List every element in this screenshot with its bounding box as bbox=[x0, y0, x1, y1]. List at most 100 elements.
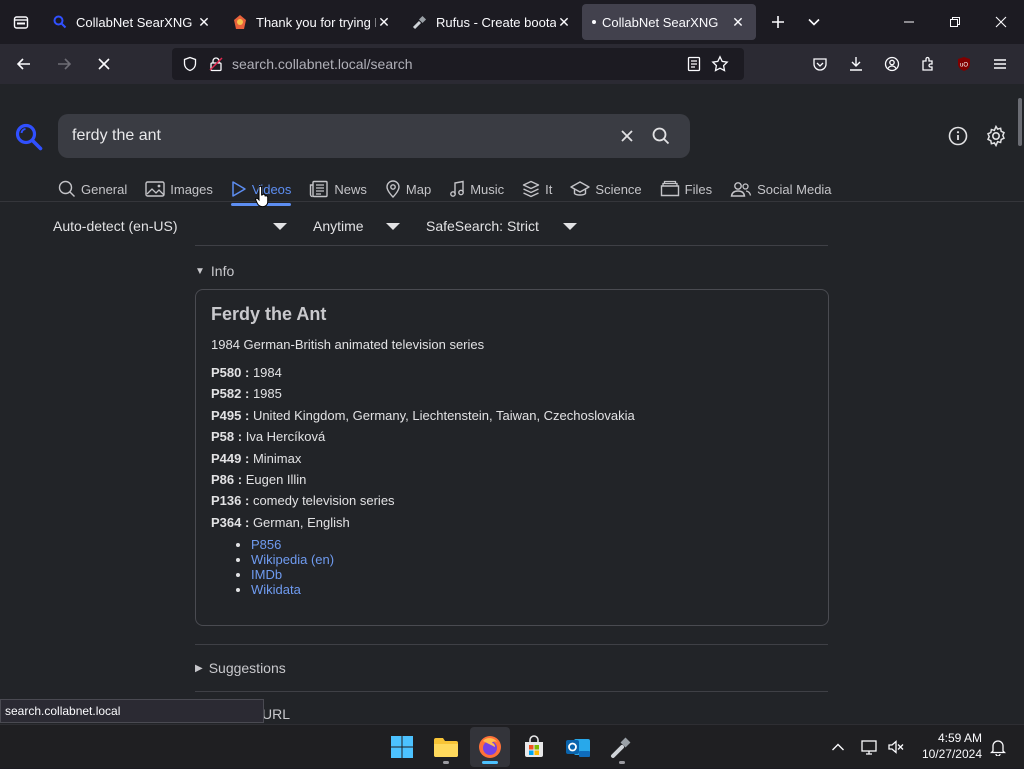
taskbar-rufus[interactable] bbox=[602, 727, 642, 767]
school-icon bbox=[570, 181, 591, 196]
account-button[interactable] bbox=[874, 48, 910, 80]
tab-title: Rufus - Create bootabl bbox=[436, 14, 556, 30]
tab-science[interactable]: Science bbox=[570, 174, 642, 204]
link-p856[interactable]: P856 bbox=[251, 537, 281, 552]
preferences-button[interactable] bbox=[982, 122, 1010, 150]
close-icon[interactable]: ✕ bbox=[196, 14, 212, 30]
tab-map[interactable]: Map bbox=[385, 174, 431, 204]
category-tabs: General Images Videos News Map Music It bbox=[58, 174, 850, 206]
forward-button[interactable] bbox=[46, 48, 82, 80]
shield-icon[interactable] bbox=[180, 54, 200, 74]
start-button[interactable] bbox=[382, 727, 422, 767]
volume-status[interactable] bbox=[884, 725, 908, 769]
bell-icon bbox=[990, 740, 1006, 756]
network-status[interactable] bbox=[858, 725, 882, 769]
searxng-logo[interactable] bbox=[14, 122, 44, 152]
browser-tab[interactable]: Rufus - Create bootabl ✕ bbox=[402, 4, 582, 40]
safesearch-select[interactable]: SafeSearch: Strict bbox=[426, 218, 577, 234]
menu-button[interactable] bbox=[982, 48, 1018, 80]
safesearch-value: SafeSearch: Strict bbox=[426, 218, 539, 234]
reader-view-icon[interactable] bbox=[684, 54, 704, 74]
close-icon[interactable]: ✕ bbox=[556, 14, 572, 30]
lock-warning-icon[interactable] bbox=[206, 54, 226, 74]
tab-general[interactable]: General bbox=[58, 174, 127, 204]
tab-music[interactable]: Music bbox=[449, 174, 504, 204]
tab-news[interactable]: News bbox=[309, 174, 367, 204]
system-clock[interactable]: 4:59 AM 10/27/2024 bbox=[912, 730, 982, 762]
divider bbox=[195, 245, 828, 246]
back-button[interactable] bbox=[6, 48, 42, 80]
ublock-button[interactable]: uO bbox=[946, 48, 982, 80]
suggestions-toggle[interactable]: ▶ Suggestions bbox=[195, 660, 286, 676]
list-all-tabs-button[interactable] bbox=[796, 4, 832, 40]
about-button[interactable] bbox=[944, 122, 972, 150]
clear-search-button[interactable] bbox=[612, 121, 642, 151]
firefox-icon bbox=[479, 736, 501, 758]
time-range-select[interactable]: Anytime bbox=[313, 218, 400, 234]
scrollbar[interactable] bbox=[1018, 98, 1022, 146]
info-icon bbox=[948, 126, 968, 146]
usb-icon bbox=[412, 14, 428, 30]
taskbar-store[interactable] bbox=[514, 727, 554, 767]
time-range-value: Anytime bbox=[313, 218, 364, 234]
close-icon bbox=[621, 130, 633, 142]
triangle-right-icon: ▶ bbox=[195, 662, 203, 674]
stop-button[interactable] bbox=[86, 48, 122, 80]
link-wikipedia[interactable]: Wikipedia (en) bbox=[251, 552, 334, 567]
pocket-button[interactable] bbox=[802, 48, 838, 80]
divider bbox=[0, 201, 1024, 202]
tab-files[interactable]: Files bbox=[660, 174, 712, 204]
loading-dot bbox=[592, 20, 596, 24]
chevron-up-icon bbox=[832, 743, 844, 751]
extensions-button[interactable] bbox=[910, 48, 946, 80]
browser-tab[interactable]: CollabNet SearXNG ✕ bbox=[42, 4, 222, 40]
search-submit-button[interactable] bbox=[646, 121, 676, 151]
taskbar-outlook[interactable] bbox=[558, 727, 598, 767]
running-indicator bbox=[619, 761, 625, 764]
infobox-attribute: P495 : United Kingdom, Germany, Liechten… bbox=[211, 405, 813, 426]
url-bar[interactable]: search.collabnet.local/search bbox=[172, 48, 744, 80]
tab-images[interactable]: Images bbox=[145, 174, 213, 204]
firefox-view-button[interactable] bbox=[0, 0, 42, 44]
download-icon bbox=[850, 57, 862, 71]
status-url: search.collabnet.local bbox=[0, 699, 264, 723]
restore-icon bbox=[950, 17, 960, 27]
link-imdb[interactable]: IMDb bbox=[251, 567, 282, 582]
ublock-icon: uO bbox=[958, 57, 970, 71]
infobox-toggle[interactable]: ▼ Info bbox=[195, 263, 234, 279]
search-input[interactable] bbox=[72, 127, 608, 145]
minimize-button[interactable] bbox=[886, 0, 932, 44]
browser-tab[interactable]: Thank you for trying D ✕ bbox=[222, 4, 402, 40]
arrow-left-icon bbox=[16, 58, 30, 70]
taskbar-file-explorer[interactable] bbox=[426, 727, 466, 767]
attribute-value: comedy television series bbox=[252, 493, 395, 509]
notifications-button[interactable] bbox=[986, 725, 1010, 769]
windows-icon bbox=[391, 736, 413, 758]
firefox-view-icon bbox=[13, 16, 29, 29]
new-tab-button[interactable] bbox=[760, 4, 796, 40]
downloads-button[interactable] bbox=[838, 48, 874, 80]
browser-tab-active[interactable]: CollabNet SearXNG ✕ bbox=[582, 4, 756, 40]
list-item: IMDb bbox=[251, 567, 813, 582]
network-icon bbox=[861, 740, 877, 755]
app-icon bbox=[232, 14, 248, 30]
restore-button[interactable] bbox=[932, 0, 978, 44]
window-close-button[interactable] bbox=[978, 0, 1024, 44]
close-icon[interactable]: ✕ bbox=[376, 14, 392, 30]
page-content: General Images Videos News Map Music It bbox=[0, 84, 1024, 724]
taskbar-firefox[interactable] bbox=[470, 727, 510, 767]
tab-it[interactable]: It bbox=[522, 174, 552, 204]
language-select[interactable]: Auto-detect (en-US) bbox=[53, 218, 287, 234]
close-icon[interactable]: ✕ bbox=[730, 14, 746, 30]
show-hidden-icons-button[interactable] bbox=[826, 725, 850, 769]
attribute-value: 1985 bbox=[252, 386, 282, 402]
star-icon[interactable] bbox=[710, 54, 730, 74]
url-section-label[interactable]: URL bbox=[262, 706, 290, 722]
tab-social-media[interactable]: Social Media bbox=[730, 174, 832, 204]
searxng-icon bbox=[15, 123, 43, 151]
url-text[interactable]: search.collabnet.local/search bbox=[232, 56, 684, 72]
search-box bbox=[58, 114, 690, 158]
list-item: P856 bbox=[251, 537, 813, 552]
link-wikidata[interactable]: Wikidata bbox=[251, 582, 301, 597]
tab-label: Files bbox=[684, 181, 713, 197]
